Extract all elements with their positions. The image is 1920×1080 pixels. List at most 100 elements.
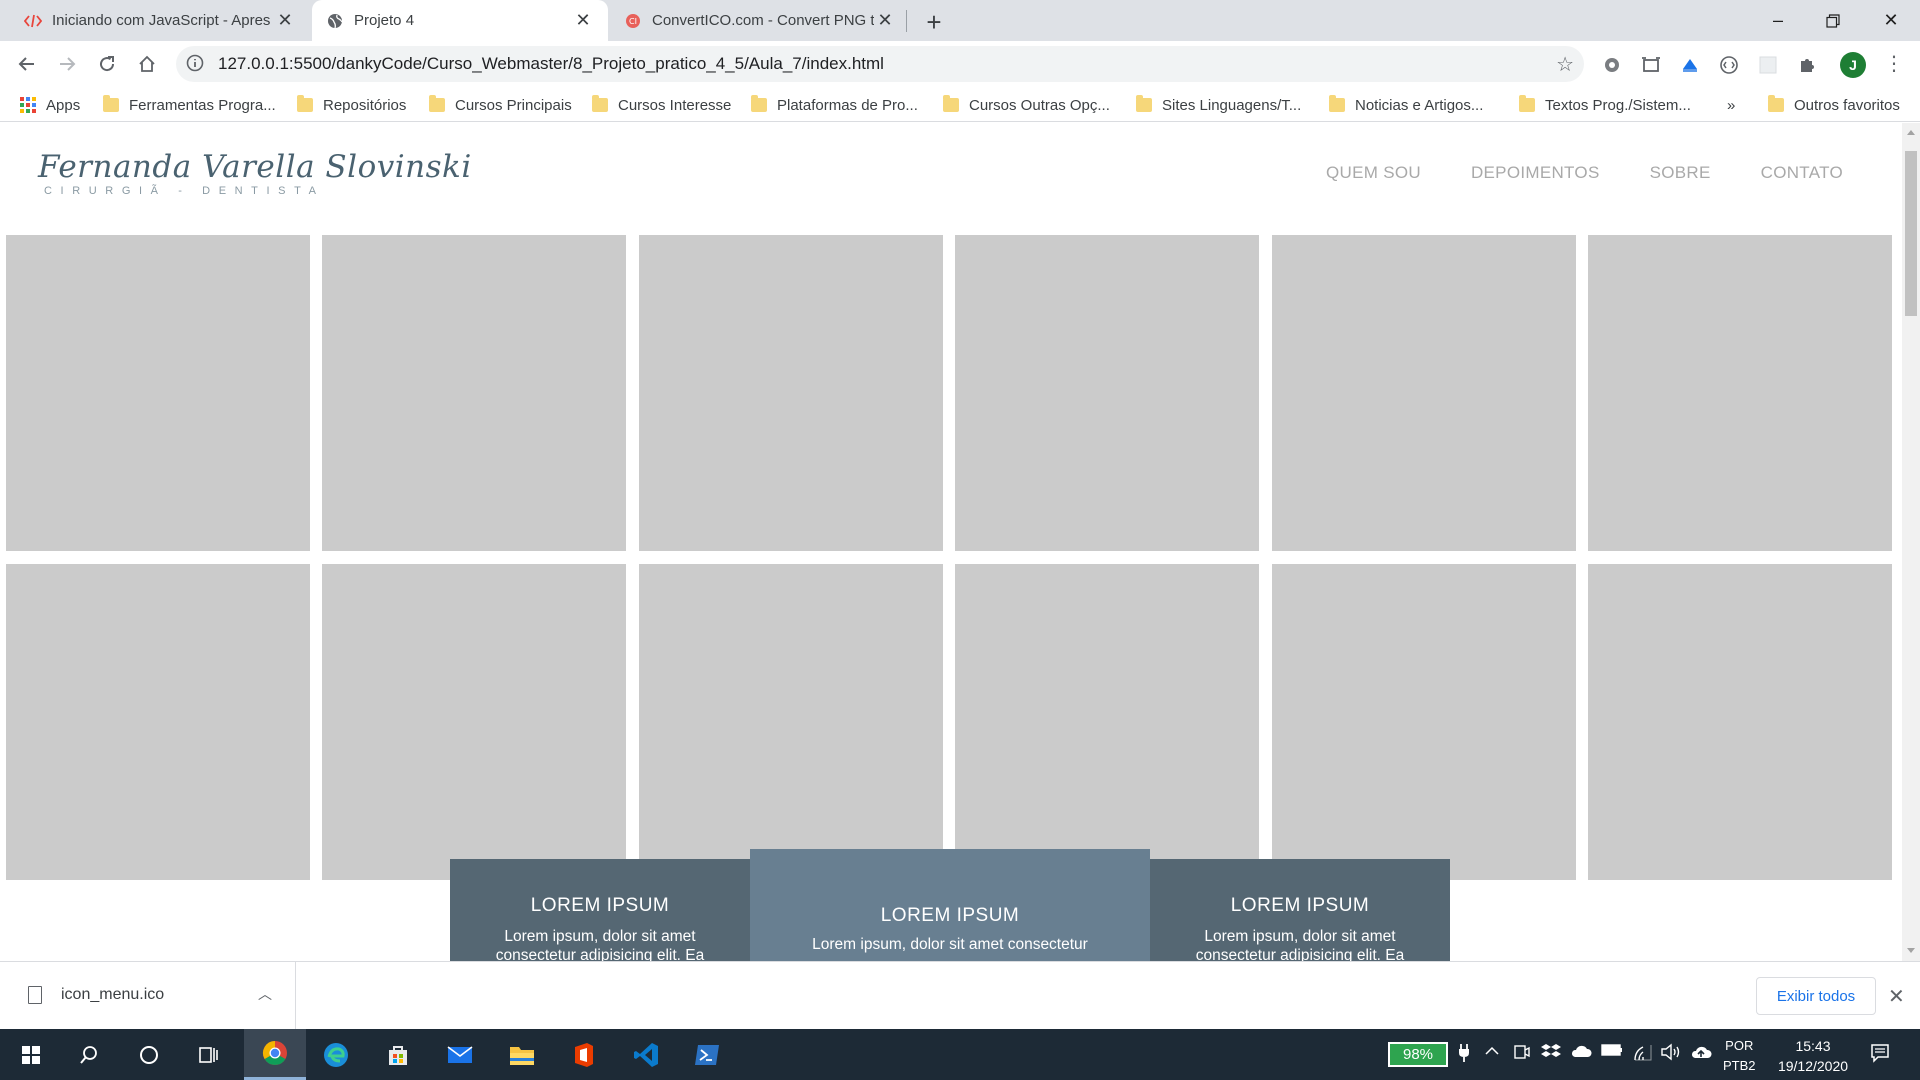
meet-now-icon[interactable] [1513,1043,1531,1066]
taskbar-office[interactable] [553,1029,615,1080]
dropbox-icon[interactable] [1541,1043,1561,1066]
tab-convertico[interactable]: CI ConvertICO.com - Convert PNG t ✕ [610,0,910,41]
taskbar-file-explorer[interactable] [491,1029,553,1080]
cloud-upload-icon[interactable] [1690,1043,1712,1066]
search-icon [80,1045,97,1064]
taskbar-store[interactable] [367,1029,429,1080]
site-nav: QUEM SOU DEPOIMENTOS SOBRE CONTATO [1326,163,1893,183]
gallery-tile [6,564,310,880]
url-text[interactable]: 127.0.0.1:5500/dankyCode/Curso_Webmaster… [218,54,884,74]
new-tab-button[interactable]: + [918,6,950,38]
reload-icon [100,56,115,72]
address-bar[interactable]: 127.0.0.1:5500/dankyCode/Curso_Webmaster… [176,46,1584,82]
taskbar-edge[interactable] [305,1029,367,1080]
onedrive-cloud-icon[interactable] [1570,1043,1592,1064]
start-button[interactable] [0,1029,62,1080]
page-scrollbar[interactable] [1902,123,1920,961]
task-view-button[interactable] [178,1029,240,1080]
gallery-tile [1272,564,1576,880]
tab-separator [906,10,907,32]
nav-contato[interactable]: CONTATO [1761,163,1843,183]
download-shelf: icon_menu.ico ︿ Exibir todos ✕ [0,961,1920,1030]
store-bag-icon [389,1045,407,1065]
bookmark-star-icon[interactable]: ☆ [1556,52,1574,77]
card-text: Lorem ipsum, dolor sit amet consectetur [812,936,1088,953]
restore-button[interactable] [1810,0,1856,41]
taskbar-powershell[interactable] [676,1029,738,1080]
close-tab-icon[interactable]: ✕ [274,10,296,32]
power-plug-icon[interactable] [1457,1043,1471,1068]
download-item[interactable]: icon_menu.ico ︿ [0,962,296,1030]
logo-subtitle: CIRURGIÃ - DENTISTA [44,185,325,197]
site-logo[interactable]: Fernanda Varella Slovinski CIRURGIÃ - DE… [38,149,472,197]
search-button[interactable] [58,1029,120,1080]
folder-icon [103,95,119,112]
bookmarks-overflow-button[interactable]: » [1727,95,1735,115]
taskbar-vscode[interactable] [615,1029,677,1080]
chevron-up-icon[interactable]: ︿ [258,984,272,1004]
devtools-extension-icon[interactable] [1718,54,1740,76]
close-tab-icon[interactable]: ✕ [874,10,896,32]
minimize-button[interactable]: – [1755,0,1801,41]
input-language[interactable]: POR PTB2 [1723,1036,1756,1076]
tab-projeto-4[interactable]: Projeto 4 ✕ [312,0,608,41]
nav-quem-sou[interactable]: QUEM SOU [1326,163,1421,183]
gallery-tile [639,235,943,551]
show-all-downloads-button[interactable]: Exibir todos [1756,977,1876,1015]
info-icon[interactable] [186,54,204,77]
battery-icon[interactable] [1601,1043,1623,1062]
bookmark-folder[interactable]: Noticias e Artigos... [1329,95,1483,115]
taskbar-mail[interactable] [429,1029,491,1080]
back-button[interactable] [12,49,42,79]
bookmark-folder[interactable]: Cursos Principais [429,95,572,115]
gallery-tile [1588,564,1892,880]
folder-icon [943,95,959,112]
bookmark-apps[interactable]: Apps [20,95,80,115]
home-button[interactable] [132,49,162,79]
bookmark-folder[interactable]: Cursos Interesse [592,95,731,115]
battery-indicator[interactable]: 98% [1388,1042,1448,1067]
nav-depoimentos[interactable]: DEPOIMENTOS [1471,163,1600,183]
taskbar-chrome[interactable] [244,1029,306,1080]
bookmark-folder[interactable]: Cursos Outras Opç... [943,95,1110,115]
puzzle-extensions-icon[interactable] [1796,54,1818,76]
bookmark-folder[interactable]: Textos Prog./Sistem... [1519,95,1691,115]
folder-icon [751,95,767,112]
chevron-up-icon[interactable] [1484,1043,1500,1064]
scroll-up-icon[interactable] [1907,130,1915,135]
folder-explorer-icon [510,1046,534,1065]
close-download-shelf-icon[interactable]: ✕ [1888,984,1905,1009]
folder-icon [1768,95,1784,112]
vscode-icon [634,1042,658,1067]
globe-icon [326,12,344,30]
bookmark-folder[interactable]: Sites Linguagens/T... [1136,95,1301,115]
cortana-button[interactable] [118,1029,180,1080]
extension-gear-icon[interactable] [1601,54,1623,76]
profile-avatar[interactable]: J [1840,52,1866,78]
reload-button[interactable] [92,49,122,79]
system-clock[interactable]: 15:43 19/12/2020 [1768,1036,1858,1076]
close-tab-icon[interactable]: ✕ [572,10,594,32]
close-window-button[interactable]: ✕ [1868,0,1914,41]
blank-extension-icon[interactable] [1757,54,1779,76]
notifications-icon[interactable] [1870,1043,1890,1068]
screenshot-extension-icon[interactable] [1640,54,1662,76]
file-icon [28,986,42,1004]
volume-icon[interactable] [1660,1043,1682,1066]
wifi-icon[interactable] [1633,1043,1653,1066]
scroll-thumb[interactable] [1905,151,1917,316]
bookmark-folder[interactable]: Plataformas de Pro... [751,95,918,115]
drive-extension-icon[interactable] [1679,54,1701,76]
bookmark-folder[interactable]: Repositórios [297,95,406,115]
tab-javascript[interactable]: Iniciando com JavaScript - Apres ✕ [10,0,310,41]
gallery-tile [6,235,310,551]
bookmark-folder[interactable]: Ferramentas Progra... [103,95,276,115]
service-card: LOREM IPSUM Lorem ipsum, dolor sit amet … [450,859,750,961]
service-card-featured: LOREM IPSUM Lorem ipsum, dolor sit amet … [750,849,1150,961]
scroll-down-icon[interactable] [1907,948,1915,953]
nav-sobre[interactable]: SOBRE [1650,163,1711,183]
bookmark-other-favorites[interactable]: Outros favoritos [1768,95,1900,115]
more-menu-icon[interactable]: ⋮ [1884,51,1904,76]
page-viewport: Fernanda Varella Slovinski CIRURGIÃ - DE… [0,123,1902,961]
forward-button[interactable] [52,49,82,79]
